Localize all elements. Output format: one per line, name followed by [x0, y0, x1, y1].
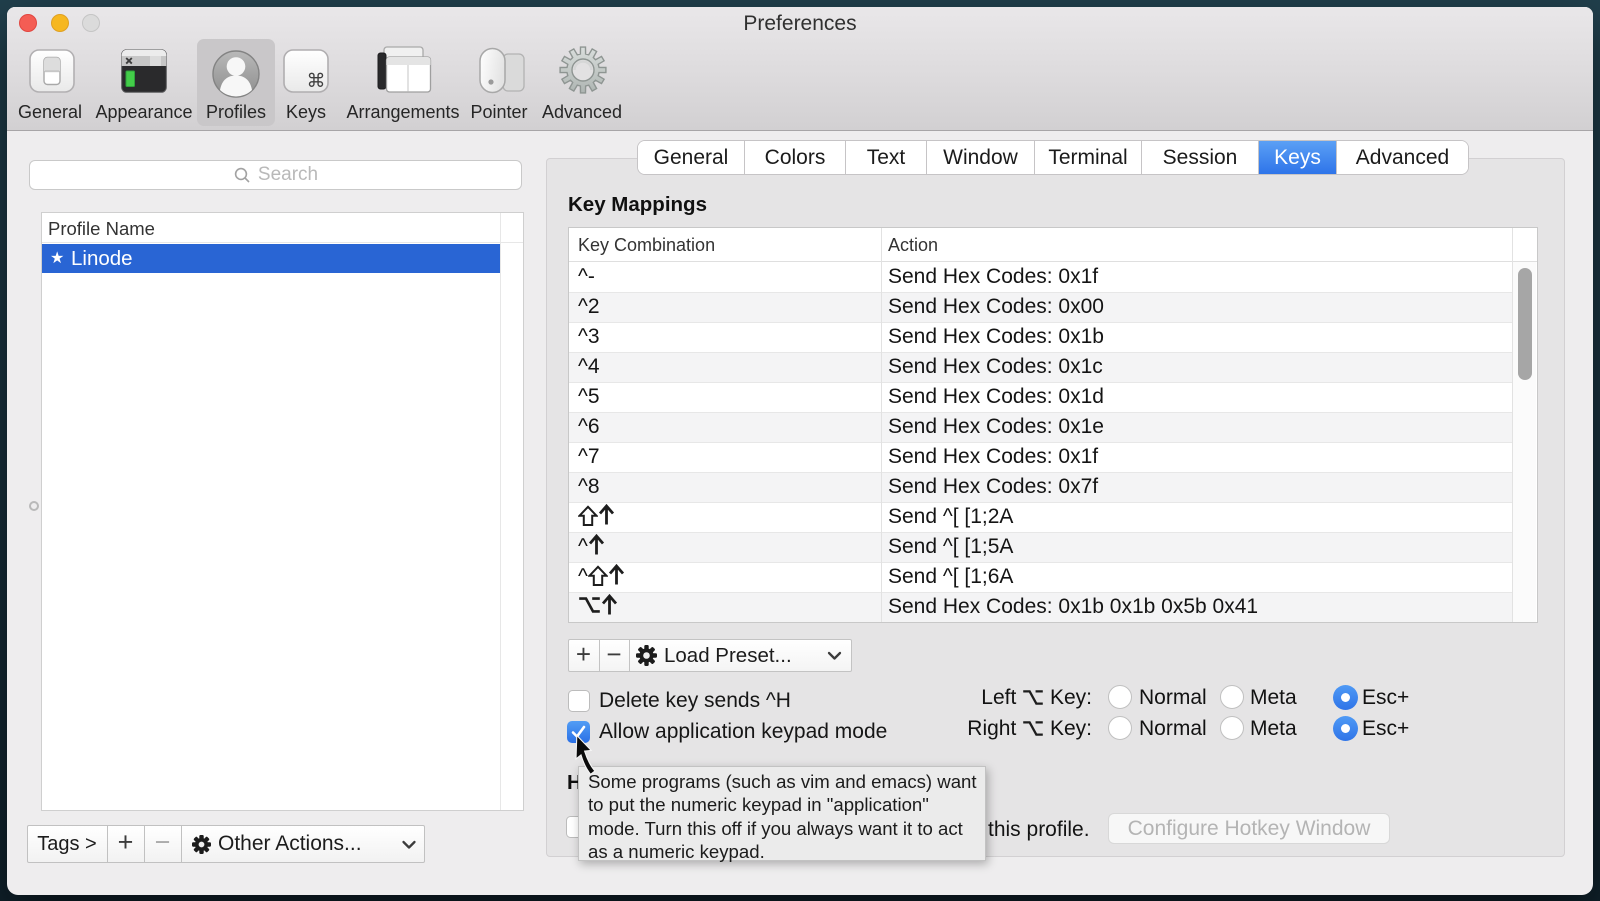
svg-text:⌘: ⌘	[307, 71, 326, 92]
